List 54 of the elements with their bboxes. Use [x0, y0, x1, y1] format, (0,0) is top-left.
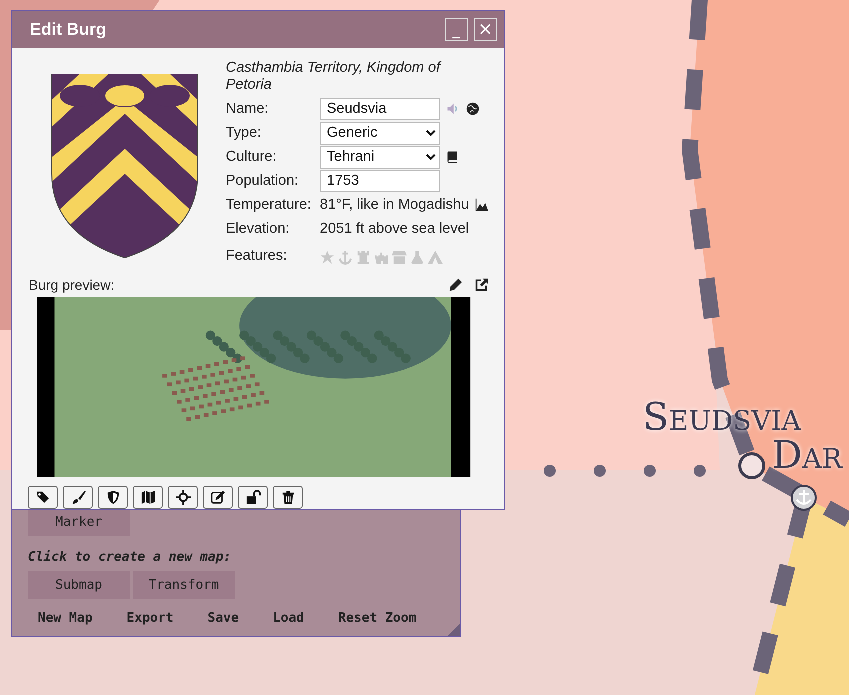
field-label: Temperature:	[226, 197, 312, 213]
minimize-button[interactable]: _	[445, 18, 468, 41]
marker-button[interactable]: Marker	[28, 508, 130, 536]
text-field[interactable]: 1753	[320, 170, 440, 192]
shield-button[interactable]	[98, 486, 128, 509]
menu-tab[interactable]: New Map	[38, 607, 93, 630]
menu-tab[interactable]: Save	[208, 607, 240, 630]
brush-icon	[70, 490, 86, 505]
section-title: Click to create a new map:	[28, 550, 232, 565]
brush-button[interactable]	[63, 486, 93, 509]
tags-icon	[36, 490, 50, 505]
map-label: Seudsvia	[643, 398, 802, 436]
edit-button[interactable]	[203, 486, 233, 509]
field-label: Elevation:	[226, 221, 291, 237]
field-value: 81°F, like in Mogadishu	[320, 197, 470, 213]
window-title: Edit Burg	[30, 20, 108, 40]
chart-icon[interactable]	[475, 198, 490, 212]
pencil-icon[interactable]	[449, 278, 463, 292]
menu-tab[interactable]: Reset Zoom	[338, 607, 417, 630]
field-label: Features:	[226, 248, 288, 264]
field-label: Population:	[226, 173, 300, 189]
map-button[interactable]	[133, 486, 163, 509]
field-value: 2051 ft above sea level	[320, 221, 470, 237]
tags-button[interactable]	[28, 486, 58, 509]
field-label: Type:	[226, 125, 262, 141]
burg-marker-icon[interactable]	[738, 452, 766, 480]
map-label: Dar	[772, 436, 842, 474]
menu-tab[interactable]: Load	[273, 607, 304, 630]
dropdown[interactable]: Tehrani	[320, 146, 440, 168]
lock-button[interactable]	[238, 486, 268, 509]
menu-button[interactable]: Transform	[133, 571, 235, 599]
unlocked-padlock-icon	[246, 490, 260, 505]
menu-button[interactable]: Submap	[28, 571, 130, 599]
trash-icon	[280, 490, 296, 505]
book-icon[interactable]	[446, 150, 460, 164]
resize-handle[interactable]	[448, 624, 460, 636]
move-button[interactable]	[168, 486, 198, 509]
delete-button[interactable]	[273, 486, 303, 509]
globe-icon[interactable]	[466, 102, 480, 116]
shield-icon	[106, 490, 120, 505]
crosshair-icon	[176, 490, 190, 505]
edit-icon	[210, 490, 226, 505]
preview-label: Burg preview:	[29, 277, 115, 293]
field-label: Culture:	[226, 149, 278, 165]
coat-of-arms-drawing[interactable]	[50, 74, 200, 258]
close-button[interactable]: ×	[474, 18, 497, 41]
map-icon	[140, 490, 156, 505]
star-icon[interactable]	[320, 250, 335, 264]
field-label: Name:	[226, 101, 270, 117]
text-field[interactable]: Seudsvia	[320, 98, 440, 120]
location-text: Casthambia Territory, Kingdom of Petoria	[226, 60, 443, 94]
external-link-icon[interactable]	[475, 278, 489, 292]
dropdown[interactable]: Generic	[320, 122, 440, 144]
menu-tab[interactable]: Export	[126, 607, 174, 630]
